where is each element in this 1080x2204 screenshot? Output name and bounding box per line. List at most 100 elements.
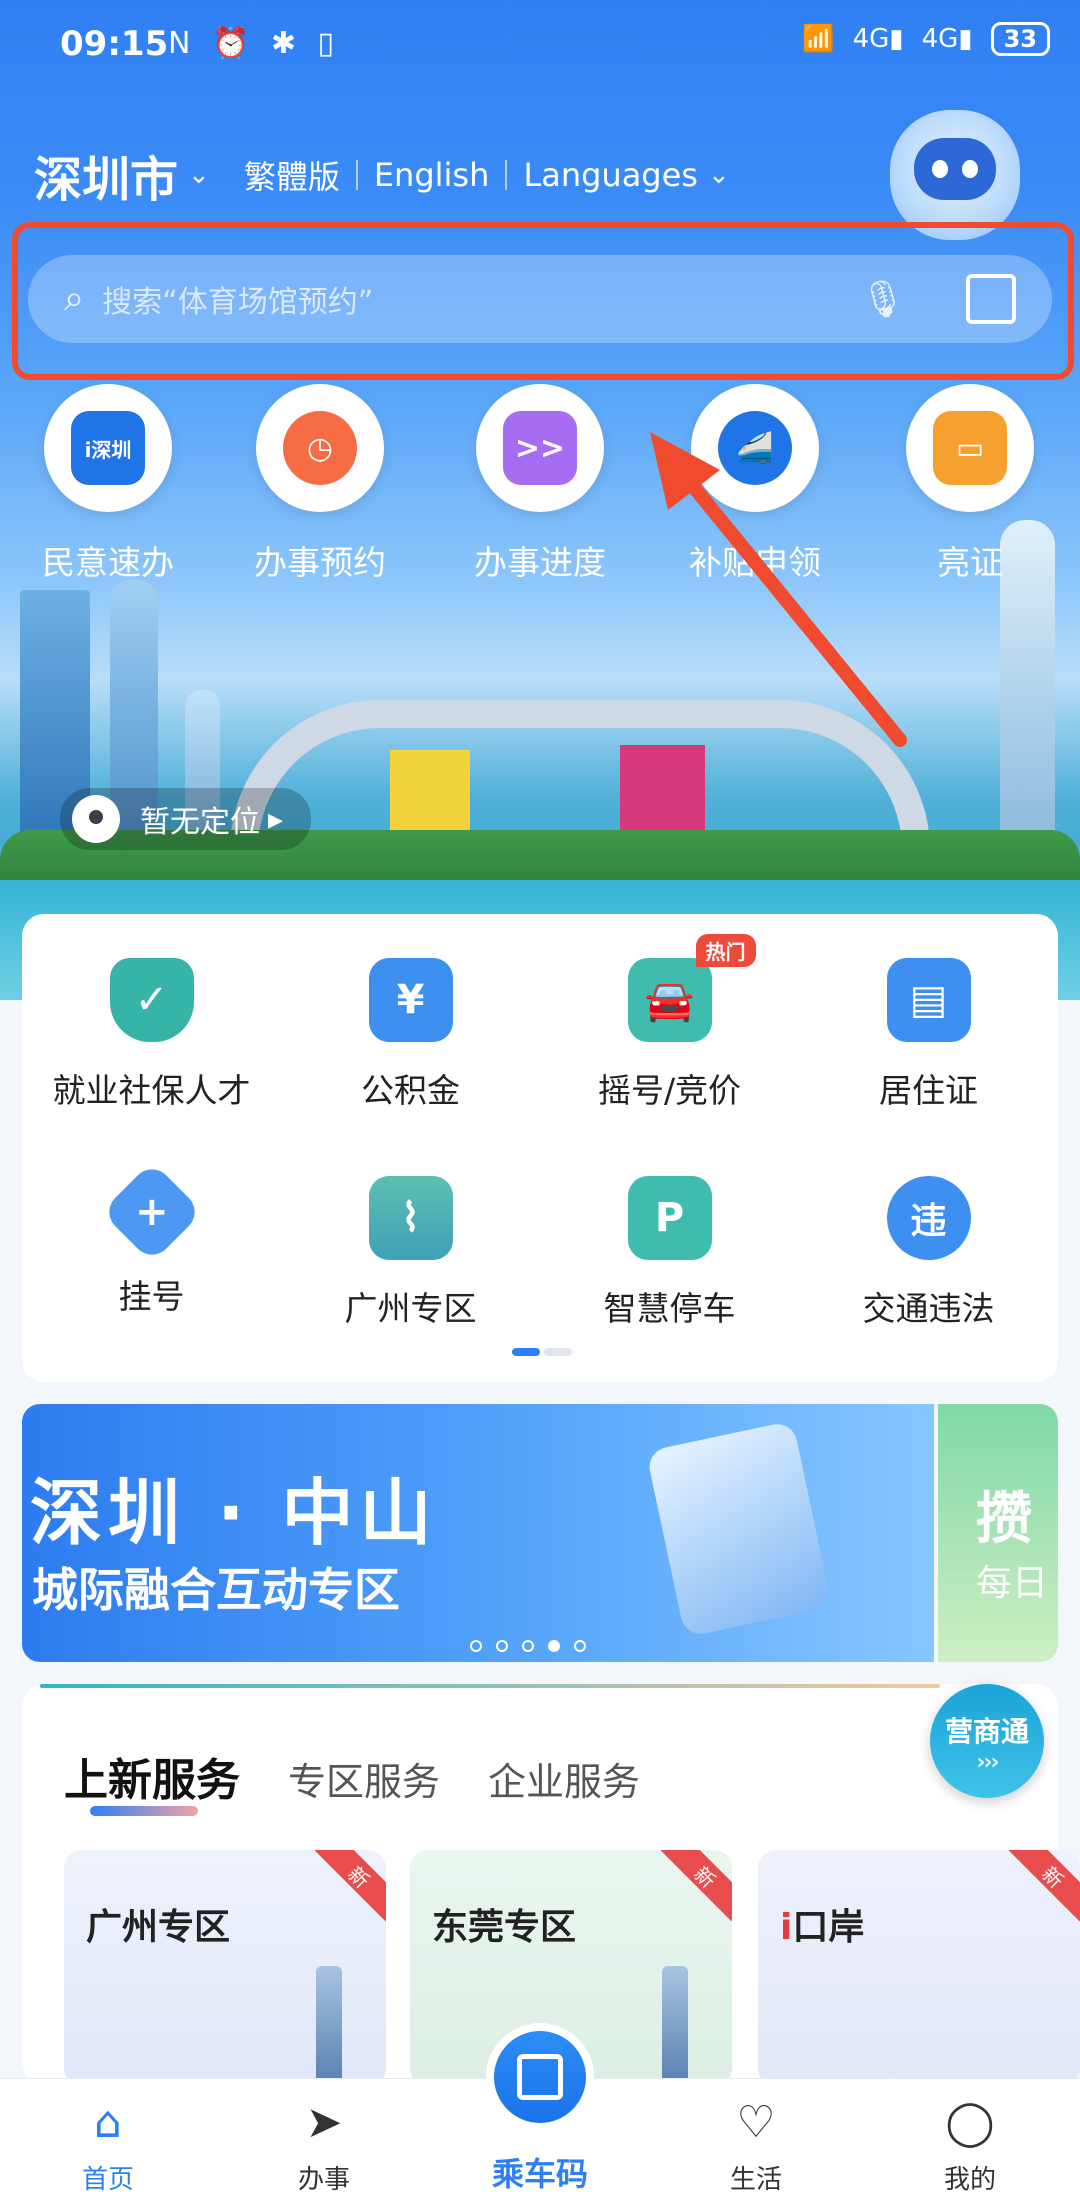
service-label: 居住证 (879, 1071, 978, 1110)
new-badge: 新 (314, 1850, 386, 1922)
service-label: 广州专区 (344, 1289, 477, 1328)
quick-action-appointment[interactable]: ◷ 办事预约 (230, 384, 410, 584)
service-label: 挂号 (118, 1277, 185, 1316)
service-housing-fund[interactable]: ¥ 公积金 (281, 958, 540, 1112)
service-label: 公积金 (361, 1071, 460, 1110)
nav-label: 办事 (297, 2165, 350, 2195)
chevrons-icon: ››› (976, 1750, 999, 1775)
side-banner-title: 攒 (976, 1487, 1032, 1552)
tab-zone-services[interactable]: 专区服务 (288, 1751, 440, 1806)
chevron-right-icon: ▸ (268, 801, 284, 837)
bottom-nav: ⌂ 首页 ➤ 办事 乘车码 ♡ 生活 ◯ 我的 (0, 2023, 1080, 2204)
promo-banner[interactable]: 深圳 · 中山 城际融合互动专区 (22, 1404, 934, 1662)
service-tabs: 上新服务 专区服务 企业服务 (64, 1744, 640, 1808)
banner-dot (522, 1640, 534, 1652)
train-icon: 🚄 (718, 411, 792, 485)
nav-label: 我的 (943, 2165, 996, 2195)
services-grid-card: ✓ 就业社保人才 ¥ 公积金 🚘 热门 摇号/竞价 ▤ 居住证 + 挂号 ⌇ 广… (22, 914, 1058, 1382)
quick-action-progress[interactable]: >> 办事进度 (450, 384, 630, 584)
chat-icon: i深圳 (71, 411, 145, 485)
business-service-button[interactable]: 营商通 ››› (930, 1684, 1044, 1798)
qr-code-icon (517, 2054, 563, 2100)
tab-new-services[interactable]: 上新服务 (64, 1744, 240, 1808)
quick-action-show-id[interactable]: ▭ 亮证 (880, 384, 1060, 584)
quick-action-minyi[interactable]: i深圳 民意速办 (18, 384, 198, 584)
location-text: 暂无定位 (140, 805, 260, 840)
quick-action-circle: >> (476, 384, 604, 512)
page-indicator (512, 1348, 572, 1356)
wallet-icon: ▭ (933, 411, 1007, 485)
service-guangzhou[interactable]: ⌇ 广州专区 (281, 1176, 540, 1330)
quick-action-label: 民意速办 (42, 543, 174, 582)
location-chip[interactable]: 暂无定位 ▸ (60, 788, 312, 850)
quick-action-subsidy[interactable]: 🚄 补贴申领 (665, 384, 845, 584)
languages-dropdown[interactable]: Languages (523, 156, 698, 194)
nav-label: 生活 (729, 2165, 782, 2195)
scan-icon[interactable] (966, 274, 1016, 324)
banner-title: 深圳 · 中山 (30, 1471, 438, 1555)
service-lottery[interactable]: 🚘 热门 摇号/竞价 (540, 934, 799, 1112)
service-card-guangzhou[interactable]: 广州专区 新 (64, 1850, 386, 2086)
heart-icon: ♡ (736, 2097, 776, 2148)
nav-label[interactable]: 乘车码 (450, 2149, 630, 2195)
banner-dot (548, 1640, 560, 1652)
service-residence-permit[interactable]: ▤ 居住证 (799, 958, 1058, 1112)
divider (355, 160, 358, 190)
service-label: 交通违法 (862, 1289, 995, 1328)
page-dot (544, 1348, 572, 1356)
search-bar[interactable]: ⌕ 搜索“体育场馆预约” 🎙 (28, 255, 1052, 343)
banner-dot (574, 1640, 586, 1652)
nav-profile[interactable]: ◯ 我的 (900, 2097, 1040, 2196)
search-input[interactable]: 搜索“体育场馆预约” (102, 277, 860, 321)
lang-english-link[interactable]: English (374, 156, 490, 194)
forward-icon: >> (503, 411, 577, 485)
service-traffic-violation[interactable]: 违 交通违法 (799, 1176, 1058, 1330)
status-bar: 09:15 N ⏰ ✱ ▯ 📶 4G▮ 4G▮ 33 (0, 0, 1080, 90)
nav-life[interactable]: ♡ 生活 (686, 2097, 826, 2196)
side-banner-sub: 每日 (976, 1563, 1049, 1604)
promo-banner-next[interactable]: 攒 每日 (938, 1404, 1058, 1662)
microphone-icon[interactable]: 🎙 (860, 278, 906, 320)
new-badge: 新 (1008, 1850, 1080, 1922)
divider (505, 160, 508, 190)
city-selector[interactable]: 深圳市 (34, 140, 178, 210)
service-parking[interactable]: P 智慧停车 (540, 1176, 799, 1330)
ride-code-button[interactable] (486, 2023, 594, 2131)
service-employment[interactable]: ✓ 就业社保人才 (22, 958, 281, 1112)
assistant-robot-avatar[interactable] (890, 110, 1020, 240)
section-divider (40, 1684, 940, 1688)
service-registration[interactable]: + 挂号 (22, 1161, 281, 1318)
signal-icon-2: 4G▮ (921, 24, 973, 54)
hot-badge: 热门 (695, 934, 756, 967)
new-badge: 新 (660, 1850, 732, 1922)
status-time: 09:15 (60, 24, 169, 64)
robot-eye (932, 160, 948, 178)
location-pin-icon (72, 795, 120, 843)
nav-label: 首页 (81, 2165, 134, 2195)
quick-actions: i深圳 民意速办 ◷ 办事预约 >> 办事进度 🚄 补贴申领 ▭ 亮证 (0, 384, 1080, 584)
quick-action-circle: ◷ (256, 384, 384, 512)
shield-check-icon: ✓ (109, 958, 194, 1042)
robot-face (914, 138, 996, 200)
tab-enterprise-services[interactable]: 企业服务 (488, 1751, 640, 1806)
tower-icon: ⌇ (368, 1176, 453, 1260)
id-card-icon: ▤ (886, 958, 971, 1042)
tab-underline (90, 1806, 198, 1816)
quick-action-label: 办事进度 (474, 543, 606, 582)
quick-action-label: 亮证 (937, 543, 1003, 582)
document-illustration (645, 1420, 833, 1638)
service-card-name: 广州专区 (86, 1907, 231, 1948)
nav-home[interactable]: ⌂ 首页 (38, 2097, 178, 2196)
banner-dot (470, 1640, 482, 1652)
lang-traditional-link[interactable]: 繁體版 (244, 152, 340, 198)
business-service-label: 营商通 (944, 1715, 1029, 1748)
port-prefix: i (780, 1907, 793, 1948)
service-card-port[interactable]: i口岸 新 (758, 1850, 1080, 2086)
send-icon: ➤ (305, 2097, 343, 2148)
civic-center-roof (230, 700, 930, 850)
nav-services[interactable]: ➤ 办事 (254, 2097, 394, 2196)
header-row: 深圳市 ⌄ 繁體版 English Languages ⌄ (34, 140, 764, 210)
chevron-down-icon[interactable]: ⌄ (188, 160, 210, 190)
chevron-down-icon[interactable]: ⌄ (708, 160, 730, 190)
canton-tower-illustration (316, 1966, 342, 2086)
